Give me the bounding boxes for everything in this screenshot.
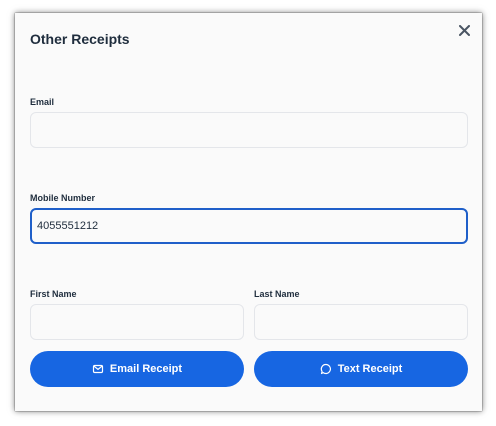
other-receipts-modal: Other Receipts Email Mobile Number First… (15, 13, 482, 411)
text-receipt-label: Text Receipt (337, 363, 403, 375)
last-name-label: Last Name (254, 289, 300, 299)
first-name-field[interactable] (30, 304, 244, 340)
email-label: Email (30, 97, 55, 107)
text-receipt-button[interactable]: Text Receipt (254, 351, 468, 387)
last-name-field[interactable] (254, 304, 468, 340)
email-field[interactable] (30, 112, 468, 148)
email-receipt-button[interactable]: Email Receipt (30, 351, 244, 387)
email-receipt-label: Email Receipt (109, 363, 183, 375)
mobile-number-label: Mobile Number (30, 193, 96, 203)
chat-bubble-icon (320, 363, 332, 375)
envelope-icon (92, 363, 104, 375)
mobile-number-field[interactable] (30, 208, 468, 244)
first-name-label: First Name (30, 289, 77, 299)
modal-title: Other Receipts (30, 31, 130, 47)
close-icon (458, 24, 470, 36)
close-button[interactable] (455, 21, 473, 39)
